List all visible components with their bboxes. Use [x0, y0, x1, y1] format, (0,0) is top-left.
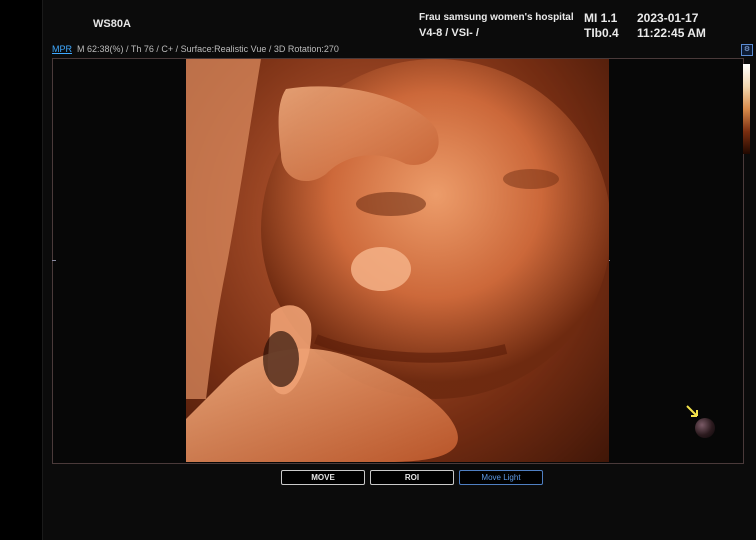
left-strip	[0, 0, 43, 540]
render-params: M 62:38(%) / Th 76 / C+ / Surface:Realis…	[77, 44, 339, 54]
fetal-3d-render[interactable]	[186, 59, 609, 462]
settings-icon[interactable]: ⚙	[741, 44, 753, 56]
time: 11:22:45 AM	[637, 26, 706, 40]
render-toolbar: MOVE ROI Move Light	[281, 470, 543, 485]
color-scale-bar	[743, 64, 750, 154]
move-button[interactable]: MOVE	[281, 470, 365, 485]
hospital-name: Frau samsung women's hospital	[419, 12, 574, 23]
viewport-tick-left	[52, 260, 56, 261]
move-light-button[interactable]: Move Light	[459, 470, 543, 485]
arrow-pointer-icon	[686, 405, 698, 417]
mi-value: MI 1.1	[584, 11, 618, 25]
roi-button[interactable]: ROI	[370, 470, 454, 485]
tib-value: TIb0.4	[584, 26, 619, 40]
light-source-icon[interactable]	[695, 418, 715, 438]
render-shading	[186, 59, 609, 462]
date: 2023-01-17	[637, 11, 699, 25]
probe-info: V4-8 / VSI- /	[419, 27, 479, 39]
device-name: WS80A	[93, 18, 131, 30]
mpr-tab[interactable]: MPR	[52, 44, 72, 54]
